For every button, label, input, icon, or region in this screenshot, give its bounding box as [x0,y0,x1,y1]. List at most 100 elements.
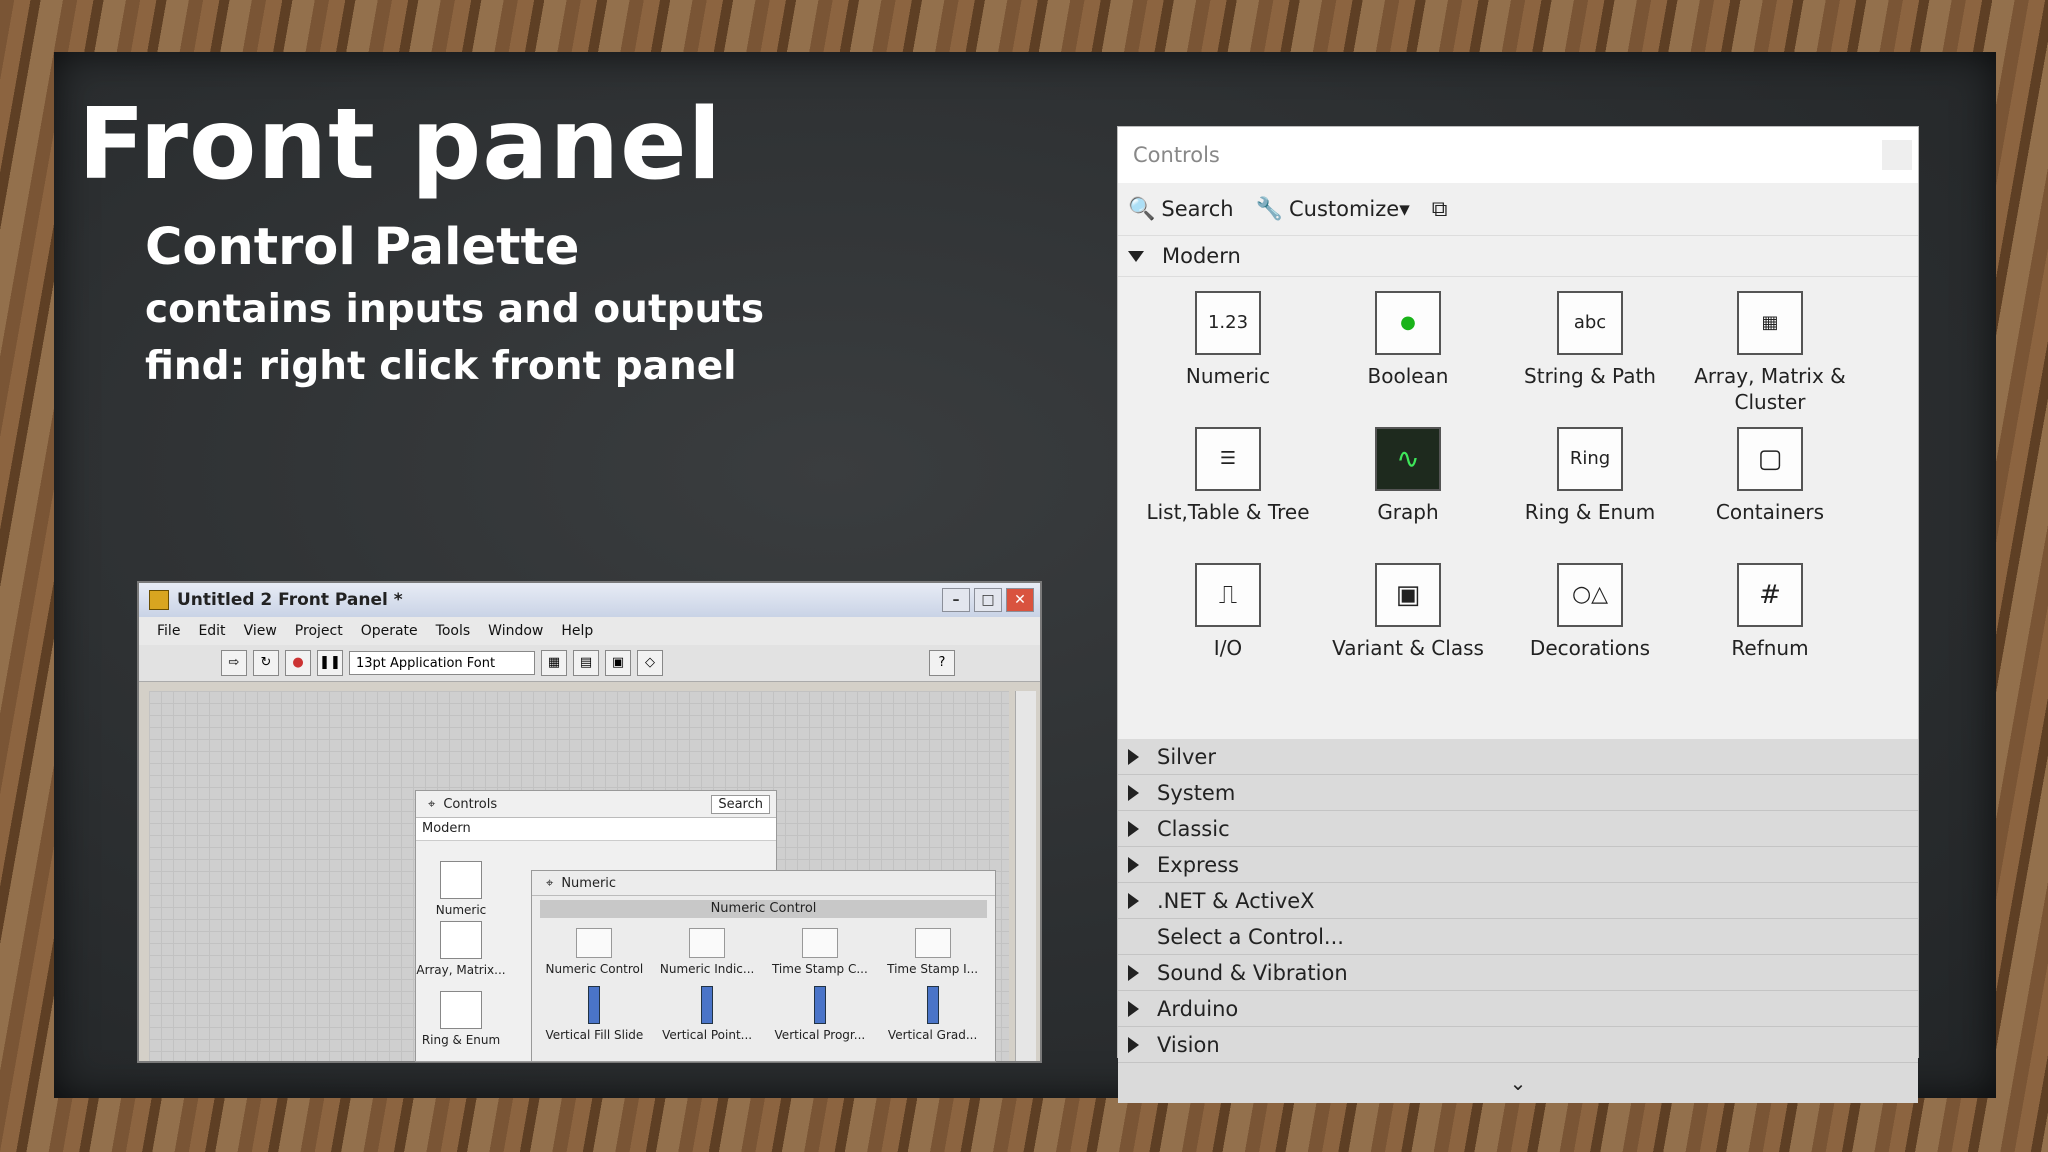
item-label: Array, Matrix & Cluster [1694,364,1846,414]
palette-item-boolean[interactable]: ● Boolean [1318,291,1498,389]
search-label: Search [1161,197,1234,221]
abort-icon[interactable]: ● [285,650,311,676]
palette-item-refnum[interactable]: # Refnum [1680,563,1860,661]
run-continuously-icon[interactable]: ↻ [253,650,279,676]
modern-category[interactable]: Modern [1118,236,1918,277]
category-list: Silver System Classic Express .NET & Act… [1118,739,1918,1063]
expand-arrow-icon [1128,1000,1139,1017]
mini-ring-item[interactable]: Ring & Enum [416,991,506,1047]
window-title: Untitled 2 Front Panel * [177,590,403,610]
font-select[interactable]: 13pt Application Font [349,651,535,675]
menu-operate[interactable]: Operate [361,623,418,639]
mini-modern-label[interactable]: Modern [416,818,776,841]
category-system[interactable]: System [1118,775,1918,811]
item-label: Variant & Class [1332,636,1484,660]
select-a-control[interactable]: Select a Control... [1118,919,1918,955]
numeric-control-icon [576,928,613,958]
item-label: Refnum [1731,636,1809,660]
category-vision[interactable]: Vision [1118,1027,1918,1063]
pin-icon[interactable]: ⌖ [546,876,553,891]
mini-search-button[interactable]: Search [711,794,770,814]
palette-item-list-table-tree[interactable]: ☰ List,Table & Tree [1138,427,1318,525]
array-icon [440,921,482,959]
numeric-icon: 1.23 [1195,291,1261,355]
palette-item-io[interactable]: ⎍ I/O [1138,563,1318,661]
search-button[interactable]: 🔍 Search [1128,197,1234,222]
resize-icon[interactable]: ▣ [605,650,631,676]
menu-window[interactable]: Window [488,623,543,639]
slide-line-2: find: right click front panel [145,344,737,389]
vertical-graduated-item[interactable]: Vertical Grad... [878,984,988,1042]
maximize-button[interactable]: □ [974,588,1002,612]
item-label: I/O [1213,636,1243,660]
menu-help[interactable]: Help [561,623,593,639]
category-classic[interactable]: Classic [1118,811,1918,847]
numeric-control-item[interactable]: Numeric Control [539,926,649,976]
palette-item-array-matrix-cluster[interactable]: ▦ Array, Matrix & Cluster [1680,291,1860,415]
item-label: Ring & Enum [1524,500,1656,524]
menu-edit[interactable]: Edit [198,623,225,639]
menu-bar: File Edit View Project Operate Tools Win… [139,617,1040,645]
menu-file[interactable]: File [157,623,180,639]
palette-item-variant-class[interactable]: ▣ Variant & Class [1318,563,1498,661]
expand-arrow-icon [1128,892,1139,909]
customize-button[interactable]: 🔧 Customize▾ [1256,197,1410,222]
reorder-icon[interactable]: ◇ [637,650,663,676]
category-sound-vibration[interactable]: Sound & Vibration [1118,955,1918,991]
numeric-indicator-icon [689,928,726,958]
category-dotnet-activex[interactable]: .NET & ActiveX [1118,883,1918,919]
show-more-chevron-icon[interactable]: ⌄ [1118,1063,1918,1103]
variant-class-icon: ▣ [1375,563,1441,627]
item-label: Containers [1715,500,1825,524]
labview-icon [149,590,169,610]
mini-palette-title: Controls [443,796,498,812]
menu-project[interactable]: Project [295,623,343,639]
palette-item-graph[interactable]: ∿ Graph [1318,427,1498,525]
category-arduino[interactable]: Arduino [1118,991,1918,1027]
category-express[interactable]: Express [1118,847,1918,883]
distribute-icon[interactable]: ▤ [573,650,599,676]
palette-item-decorations[interactable]: ○△ Decorations [1500,563,1680,661]
boolean-icon: ● [1375,291,1441,355]
numeric-indicator-item[interactable]: Numeric Indic... [652,926,762,976]
close-button[interactable]: ✕ [1006,588,1034,612]
run-arrow-icon[interactable]: ⇨ [221,650,247,676]
modern-items-grid: 1.23 Numeric ● Boolean abc String & Path ▦ A… [1118,277,1918,739]
mini-numeric-item[interactable]: Numeric [416,861,506,917]
pin-icon[interactable]: ⌖ [428,797,435,812]
palette-view-button[interactable]: ⧉ [1432,197,1448,222]
palette-item-ring-enum[interactable]: Ring Ring & Enum [1500,427,1680,525]
decorations-icon: ○△ [1557,563,1623,627]
palette-item-containers[interactable]: ▢ Containers [1680,427,1860,525]
expand-arrow-icon [1128,1036,1139,1053]
time-stamp-control-item[interactable]: Time Stamp C... [765,926,875,976]
vertical-scrollbar[interactable] [1015,691,1036,1061]
search-icon: 🔍 [1128,196,1156,222]
slide-icon [701,986,714,1024]
menu-view[interactable]: View [244,623,277,639]
time-stamp-indicator-item[interactable]: Time Stamp I... [878,926,988,976]
minimize-button[interactable]: – [942,588,970,612]
category-silver[interactable]: Silver [1118,739,1918,775]
refnum-icon: # [1737,563,1803,627]
vertical-pointer-item[interactable]: Vertical Point... [652,984,762,1042]
array-cluster-icon: ▦ [1737,291,1803,355]
pause-icon[interactable]: ❚❚ [317,650,343,676]
vertical-fill-slide-item[interactable]: Vertical Fill Slide [539,984,649,1042]
menu-tools[interactable]: Tools [436,623,471,639]
expand-arrow-icon [1128,964,1139,981]
align-icon[interactable]: ▦ [541,650,567,676]
time-stamp-icon [914,928,951,958]
wrench-icon: 🔧 [1255,196,1283,222]
vertical-progress-item[interactable]: Vertical Progr... [765,984,875,1042]
hover-label: Numeric Control [540,900,987,918]
ring-enum-icon: Ring [1557,427,1623,491]
item-label: Boolean [1367,364,1449,388]
close-icon[interactable] [1882,140,1912,170]
help-icon[interactable]: ? [929,650,955,676]
mini-array-item[interactable]: Array, Matrix... [416,921,506,977]
item-label: Numeric [1185,364,1271,388]
palette-item-string-path[interactable]: abc String & Path [1500,291,1680,389]
palette-item-numeric[interactable]: 1.23 Numeric [1138,291,1318,389]
containers-icon: ▢ [1737,427,1803,491]
